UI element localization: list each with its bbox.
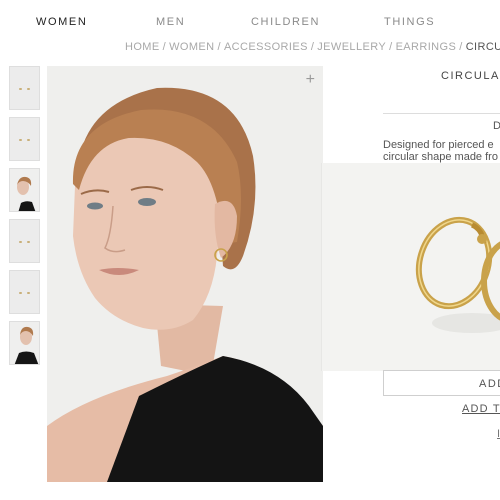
description-line-2: circular shape made fro: [383, 151, 498, 163]
thumbnail-3[interactable]: [9, 168, 40, 212]
earrings-mini: [19, 139, 33, 141]
earrings-mini: [19, 241, 33, 243]
nav-children[interactable]: CHILDREN: [251, 16, 320, 28]
breadcrumb-accessories[interactable]: ACCESSORIES: [224, 41, 308, 53]
add-to-wishlist-link[interactable]: ADD TO: [462, 403, 500, 415]
breadcrumb-earrings[interactable]: EARRINGS: [396, 41, 457, 53]
breadcrumb-separator: /: [459, 41, 463, 53]
description-line-1: Designed for pierced e: [383, 139, 494, 151]
earrings-zoom-image: [322, 163, 500, 371]
nav-things[interactable]: THINGS: [384, 16, 435, 28]
breadcrumb: HOME / WOMEN / ACCESSORIES / JEWELLERY / EARRING…: [125, 41, 500, 53]
nav-women[interactable]: WOMEN: [36, 16, 87, 28]
model-thumbnail-image: [10, 322, 39, 364]
product-title: CIRCULAR: [441, 70, 500, 82]
thumbnail-4[interactable]: [9, 219, 40, 263]
add-to-bag-button[interactable]: ADD: [383, 370, 500, 396]
breadcrumb-jewellery[interactable]: JEWELLERY: [317, 41, 386, 53]
thumbnail-6[interactable]: [9, 321, 40, 365]
breadcrumb-separator: /: [217, 41, 221, 53]
thumbnail-5[interactable]: [9, 270, 40, 314]
zoom-preview-panel: [322, 163, 500, 371]
thumbnail-1[interactable]: [9, 66, 40, 110]
model-portrait-image: [47, 66, 323, 482]
divider: [383, 113, 500, 114]
breadcrumb-home[interactable]: HOME: [125, 41, 160, 53]
breadcrumb-women[interactable]: WOMEN: [169, 41, 214, 53]
main-product-image[interactable]: +: [47, 66, 323, 482]
add-button-label: ADD: [479, 378, 500, 390]
model-thumbnail-image: [10, 169, 39, 211]
earrings-mini: [19, 88, 33, 90]
main-nav: WOMEN MEN CHILDREN THINGS: [0, 16, 500, 32]
breadcrumb-current: CIRCULAR: [465, 41, 500, 53]
breadcrumb-separator: /: [162, 41, 167, 53]
breadcrumb-separator: /: [310, 41, 315, 53]
nav-men[interactable]: MEN: [156, 16, 185, 28]
breadcrumb-separator: /: [389, 41, 393, 53]
description-heading: D: [493, 120, 500, 132]
product-description: Designed for pierced e circular shape ma…: [383, 139, 500, 163]
earrings-mini: [19, 292, 33, 294]
thumbnail-2[interactable]: [9, 117, 40, 161]
plus-icon[interactable]: +: [306, 72, 315, 88]
